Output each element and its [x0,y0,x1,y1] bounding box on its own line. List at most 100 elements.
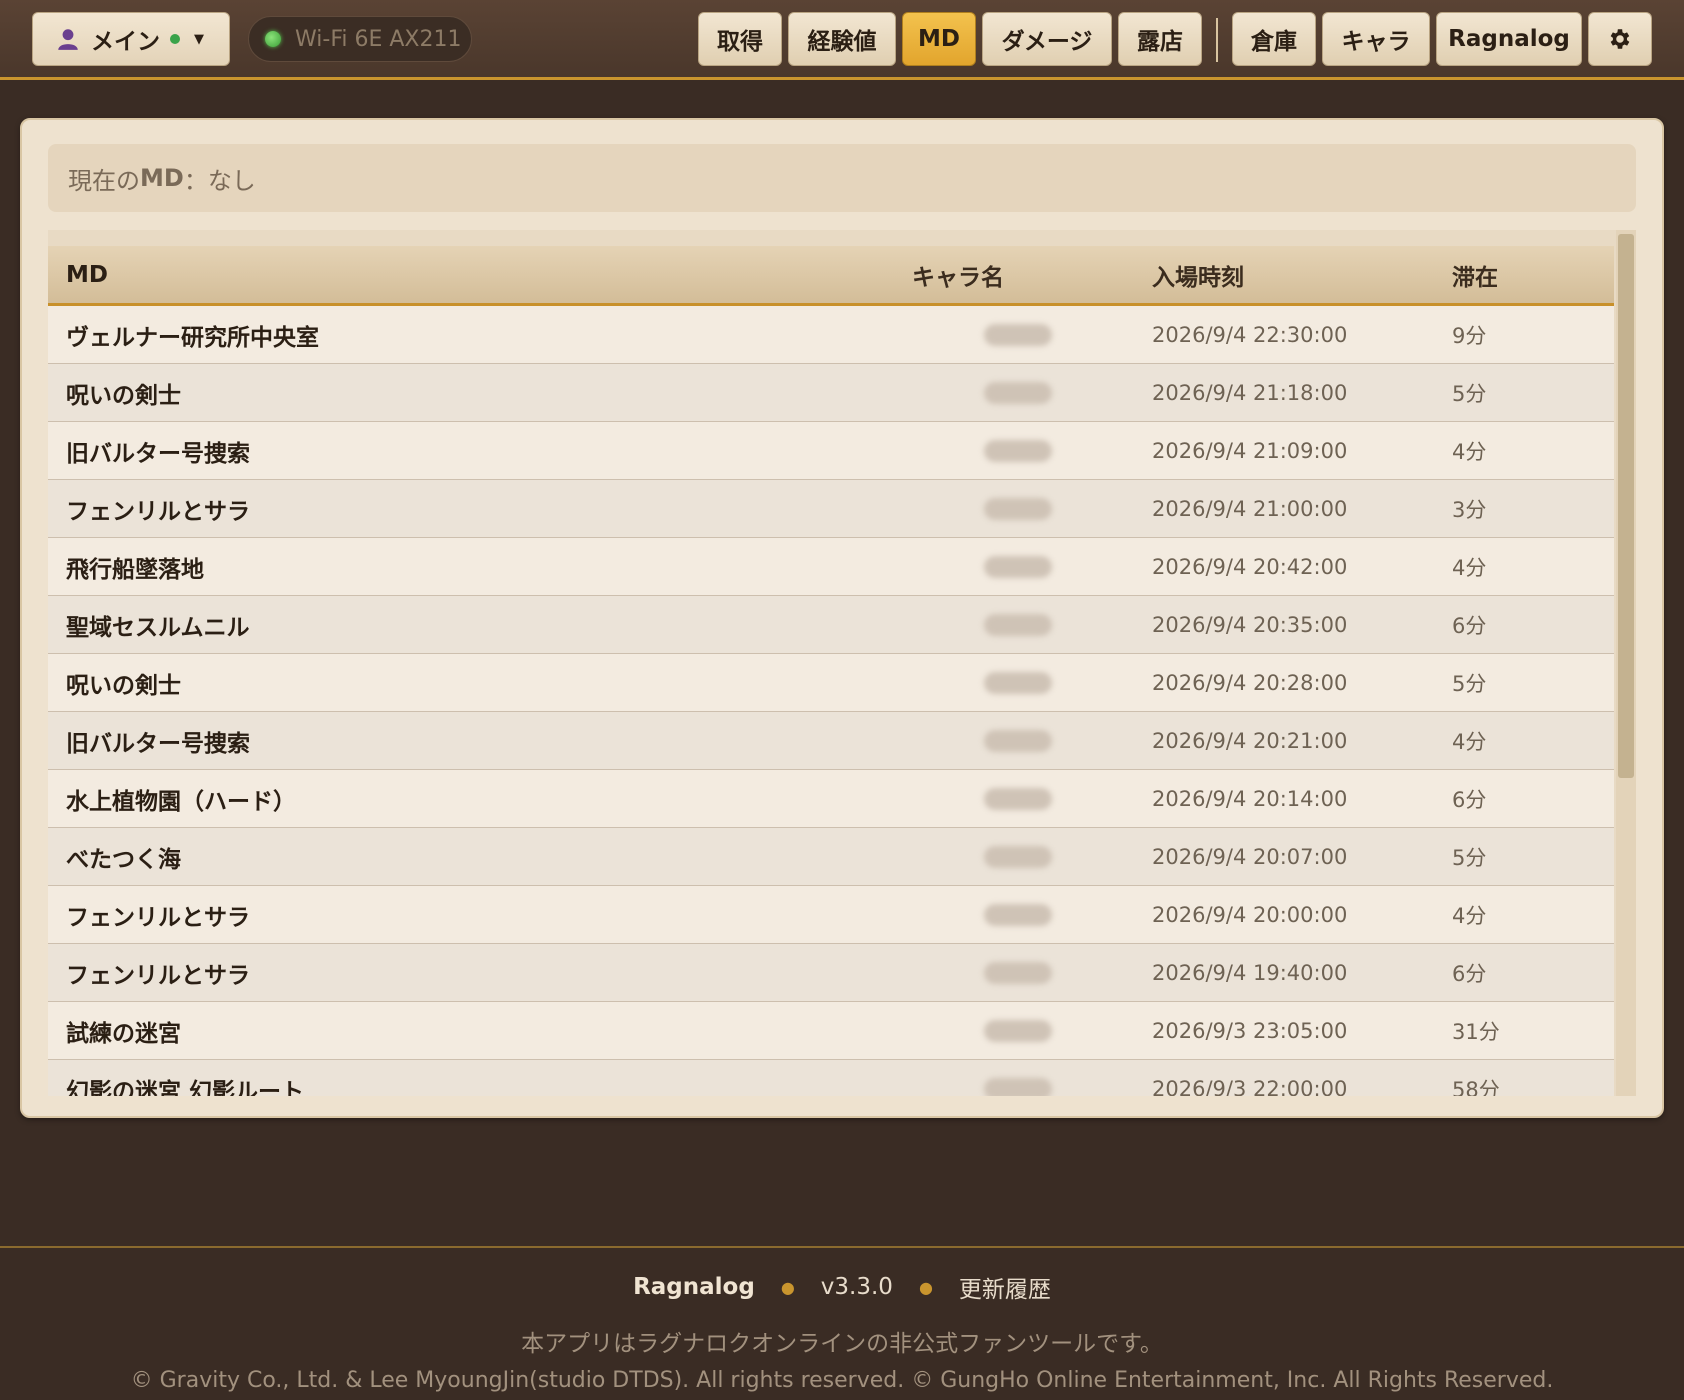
table-row[interactable]: 幻影の迷宮 幻影ルート 2026/9/3 22:00:00 58分 [48,1060,1614,1096]
md-table-body: MD キャラ名 入場時刻 滞在 ヴェルナー研究所中央室 2026/9/4 22:3… [48,246,1614,1096]
table-row[interactable]: べたつく海 2026/9/4 20:07:00 5分 [48,828,1614,886]
md-name-cell: 旧バルター号捜索 [66,730,250,757]
nav-label: 露店 [1137,29,1183,55]
table-row[interactable]: 旧バルター号捜索 2026/9/4 21:09:00 4分 [48,422,1614,480]
md-name-cell: 呪いの剣士 [66,672,181,699]
nav-label: ダメージ [1001,29,1093,55]
md-panel: 現在の MD：なし MD キャラ名 入場時刻 滞在 ヴェルナー研究所中央室 2026… [20,118,1664,1118]
nav-damage-button[interactable]: ダメージ [982,12,1112,66]
duration-cell: 5分 [1452,845,1487,870]
duration-cell: 6分 [1452,787,1487,812]
connection-indicator-icon [265,31,281,47]
table-scrollbar[interactable] [1616,230,1636,1096]
entry-time-cell: 2026/9/4 20:28:00 [1152,670,1348,695]
duration-cell: 4分 [1452,729,1487,754]
character-name-cell [912,438,1152,464]
table-row[interactable]: フェンリルとサラ 2026/9/4 21:00:00 3分 [48,480,1614,538]
entry-time-cell: 2026/9/4 20:35:00 [1152,612,1348,637]
character-name-cell [912,960,1152,986]
nav-label: 取得 [717,29,763,55]
column-header-entry-time[interactable]: 入場時刻 [1152,258,1452,292]
md-name-cell: フェンリルとサラ [66,904,250,931]
scrollbar-thumb[interactable] [1618,234,1634,778]
entry-time-cell: 2026/9/3 22:00:00 [1152,1076,1348,1097]
column-header-duration[interactable]: 滞在 [1452,258,1614,292]
table-row[interactable]: 試練の迷宮 2026/9/3 23:05:00 31分 [48,1002,1614,1060]
top-bar: メイン ▼ Wi-Fi 6E AX211 取得 経験値 MD ダメージ 露店 倉… [0,0,1684,80]
column-header-md[interactable]: MD [48,262,912,288]
current-md-separator: ： [183,166,208,195]
duration-cell: 31分 [1452,1019,1500,1044]
character-name-cell [912,612,1152,638]
table-row[interactable]: 旧バルター号捜索 2026/9/4 20:21:00 4分 [48,712,1614,770]
table-row[interactable]: 水上植物園（ハード） 2026/9/4 20:14:00 6分 [48,770,1614,828]
blurred-character-name [984,324,1052,346]
table-row[interactable]: 飛行船墜落地 2026/9/4 20:42:00 4分 [48,538,1614,596]
blurred-character-name [984,498,1052,520]
nav-character-button[interactable]: キャラ [1322,12,1430,66]
footer-brand: Ragnalog [633,1274,755,1300]
table-row[interactable]: フェンリルとサラ 2026/9/4 19:40:00 6分 [48,944,1614,1002]
profile-switcher-button[interactable]: メイン ▼ [32,12,230,66]
entry-time-cell: 2026/9/4 20:42:00 [1152,554,1348,579]
nav-label: MD [918,26,960,52]
table-row[interactable]: フェンリルとサラ 2026/9/4 20:00:00 4分 [48,886,1614,944]
md-name-cell: 聖域セスルムニル [66,614,250,641]
gear-icon [1610,29,1630,49]
md-name-cell: 飛行船墜落地 [66,556,204,583]
nav-acquire-button[interactable]: 取得 [698,12,782,66]
nav-exp-button[interactable]: 経験値 [788,12,896,66]
nav-label: 倉庫 [1251,29,1297,55]
chevron-down-icon: ▼ [194,31,204,47]
table-row[interactable]: 呪いの剣士 2026/9/4 20:28:00 5分 [48,654,1614,712]
column-header-character[interactable]: キャラ名 [912,258,1152,292]
md-name-cell: 呪いの剣士 [66,382,181,409]
table-rows: ヴェルナー研究所中央室 2026/9/4 22:30:00 9分 呪いの剣士 2026/… [48,306,1614,1096]
nav-label: 経験値 [807,29,877,55]
user-icon [58,29,78,50]
entry-time-cell: 2026/9/4 22:30:00 [1152,322,1348,347]
duration-cell: 6分 [1452,961,1487,986]
current-md-value: なし [207,166,256,195]
settings-button[interactable] [1588,12,1652,66]
character-name-cell [912,902,1152,928]
duration-cell: 5分 [1452,381,1487,406]
nav-md-button[interactable]: MD [902,12,976,66]
table-row[interactable]: ヴェルナー研究所中央室 2026/9/4 22:30:00 9分 [48,306,1614,364]
md-name-cell: ヴェルナー研究所中央室 [66,324,319,351]
blurred-character-name [984,614,1052,636]
md-name-cell: べたつく海 [66,846,181,873]
character-name-cell [912,1018,1152,1044]
blurred-character-name [984,556,1052,578]
footer-bullet: ● [918,1277,933,1297]
footer-links: Ragnalog ● v3.3.0 ● 更新履歴 [0,1270,1684,1304]
nav-ragnalog-button[interactable]: Ragnalog [1436,12,1582,66]
duration-cell: 4分 [1452,903,1487,928]
md-history-table[interactable]: MD キャラ名 入場時刻 滞在 ヴェルナー研究所中央室 2026/9/4 22:3… [48,230,1636,1096]
current-md-prefix: 現在の [68,166,140,195]
entry-time-cell: 2026/9/4 20:07:00 [1152,844,1348,869]
md-name-cell: 旧バルター号捜索 [66,440,250,467]
changelog-link[interactable]: 更新履歴 [959,1270,1051,1304]
character-name-cell [912,1076,1152,1096]
duration-cell: 4分 [1452,439,1487,464]
nav-storage-button[interactable]: 倉庫 [1232,12,1316,66]
online-status-dot [170,34,180,44]
current-md-status: 現在の MD：なし [48,144,1636,212]
character-name-cell [912,786,1152,812]
current-md-key: MD [140,164,184,192]
blurred-character-name [984,1078,1052,1096]
network-label: Wi-Fi 6E AX211 [295,26,462,52]
nav-vending-button[interactable]: 露店 [1118,12,1202,66]
entry-time-cell: 2026/9/4 21:09:00 [1152,438,1348,463]
nav-divider [1216,18,1218,62]
character-name-cell [912,322,1152,348]
md-name-cell: 試練の迷宮 [66,1020,181,1047]
footer-copyright: © Gravity Co., Ltd. & Lee MyoungJin(stud… [130,1368,1554,1393]
table-row[interactable]: 聖域セスルムニル 2026/9/4 20:35:00 6分 [48,596,1614,654]
table-row[interactable]: 呪いの剣士 2026/9/4 21:18:00 5分 [48,364,1614,422]
entry-time-cell: 2026/9/4 20:21:00 [1152,728,1348,753]
duration-cell: 3分 [1452,497,1487,522]
blurred-character-name [984,962,1052,984]
md-name-cell: フェンリルとサラ [66,498,250,525]
